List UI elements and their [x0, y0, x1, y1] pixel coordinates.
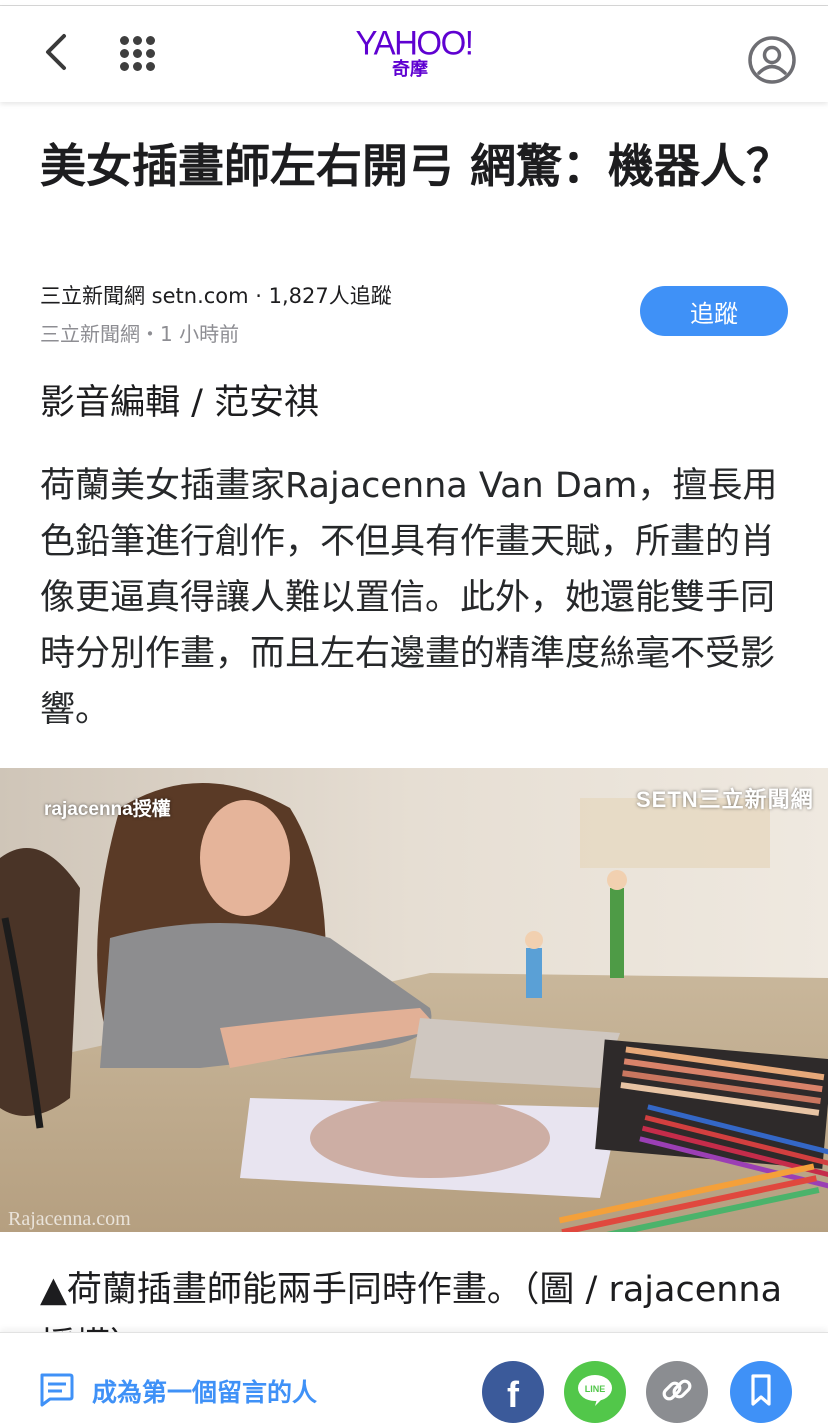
logo-text: YAHOO!	[355, 23, 474, 62]
logo-subtext: 奇摩	[392, 59, 428, 80]
link-icon	[659, 1372, 695, 1412]
profile-icon	[746, 36, 798, 90]
comment-label: 成為第一個留言的人	[92, 1378, 318, 1407]
share-facebook-button[interactable]: f	[482, 1361, 544, 1423]
photo-watermark-right: SETN三立新聞網	[636, 787, 814, 812]
line-icon: LINE	[575, 1372, 615, 1412]
comment-button[interactable]: 成為第一個留言的人	[36, 1369, 317, 1413]
photo-caption: ▲荷蘭插畫師能兩手同時作畫。（圖 / rajacenna授權）	[40, 1270, 783, 1332]
source-info[interactable]: 三立新聞網 setn.com · 1,827人追蹤	[40, 280, 392, 310]
comment-icon	[36, 1369, 76, 1413]
article-photo[interactable]: rajacenna授權 SETN三立新聞網 Rajacenna.com	[0, 768, 828, 1232]
follow-button[interactable]: 追蹤	[640, 286, 788, 336]
photo-illustration	[0, 768, 828, 1232]
photo-watermark-left: rajacenna授權	[44, 799, 171, 820]
back-button[interactable]	[34, 30, 78, 78]
bookmark-icon	[746, 1372, 776, 1412]
svg-text:LINE: LINE	[585, 1384, 606, 1394]
share-line-button[interactable]: LINE	[564, 1361, 626, 1423]
article-editor: 影音編輯 / 范安祺	[40, 383, 320, 423]
article-body: 荷蘭美女插畫家Rajacenna Van Dam，擅長用色鉛筆進行創作，不但具有…	[40, 466, 778, 730]
bookmark-button[interactable]	[730, 1361, 792, 1423]
copy-link-button[interactable]	[646, 1361, 708, 1423]
publish-meta: 三立新聞網・1 小時前	[40, 322, 240, 346]
article-title: 美女插畫師左右開弓 網驚：機器人？	[40, 139, 793, 193]
back-icon	[42, 32, 70, 76]
yahoo-logo[interactable]: YAHOO! 奇摩	[344, 23, 484, 86]
profile-button[interactable]	[746, 34, 798, 86]
facebook-icon: f	[507, 1374, 519, 1415]
bottom-action-bar: 成為第一個留言的人 f LINE	[0, 1332, 828, 1428]
apps-grid-button[interactable]	[118, 32, 158, 76]
top-navigation-bar: YAHOO! 奇摩	[0, 6, 828, 102]
photo-watermark-bottom: Rajacenna.com	[8, 1208, 131, 1230]
